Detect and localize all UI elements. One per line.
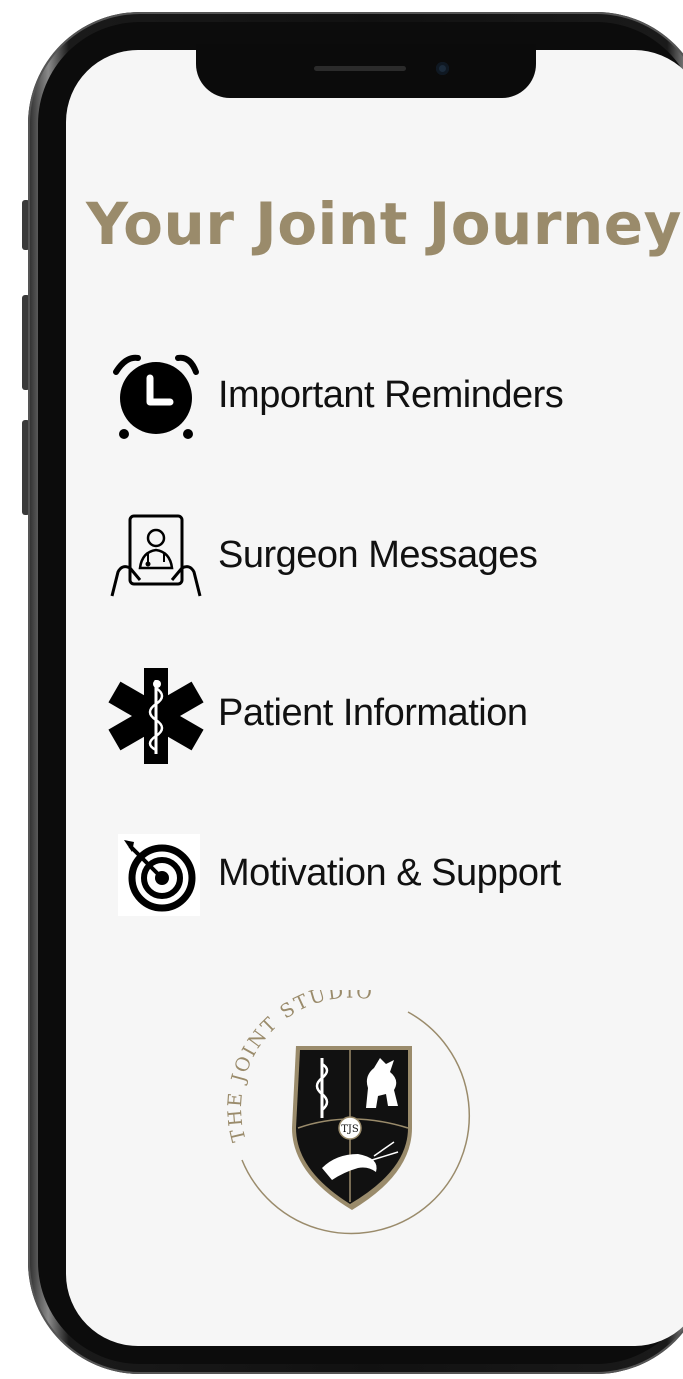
the-joint-studio-logo: THE JOINT STUDIO TJS bbox=[224, 990, 471, 1235]
menu-item-surgeon-messages[interactable]: Surgeon Messages bbox=[108, 510, 628, 606]
speaker-grille bbox=[314, 66, 406, 71]
menu-item-label: Important Reminders bbox=[218, 374, 564, 416]
star-of-life-icon bbox=[108, 668, 204, 764]
page-title: Your Joint Journey bbox=[86, 190, 682, 258]
menu-item-label: Surgeon Messages bbox=[218, 534, 538, 576]
menu-item-motivation-support[interactable]: Motivation & Support bbox=[108, 828, 628, 924]
menu-item-label: Patient Information bbox=[218, 692, 528, 734]
tablet-doctor-icon bbox=[110, 514, 202, 597]
phone-notch bbox=[196, 44, 536, 98]
menu-item-patient-information[interactable]: Patient Information bbox=[108, 668, 628, 764]
svg-text:TJS: TJS bbox=[341, 1124, 359, 1135]
alarm-clock-icon bbox=[113, 354, 199, 439]
menu-item-label: Motivation & Support bbox=[218, 852, 561, 894]
front-camera bbox=[436, 62, 449, 75]
target-icon bbox=[118, 834, 200, 916]
menu-item-important-reminders[interactable]: Important Reminders bbox=[108, 350, 628, 446]
